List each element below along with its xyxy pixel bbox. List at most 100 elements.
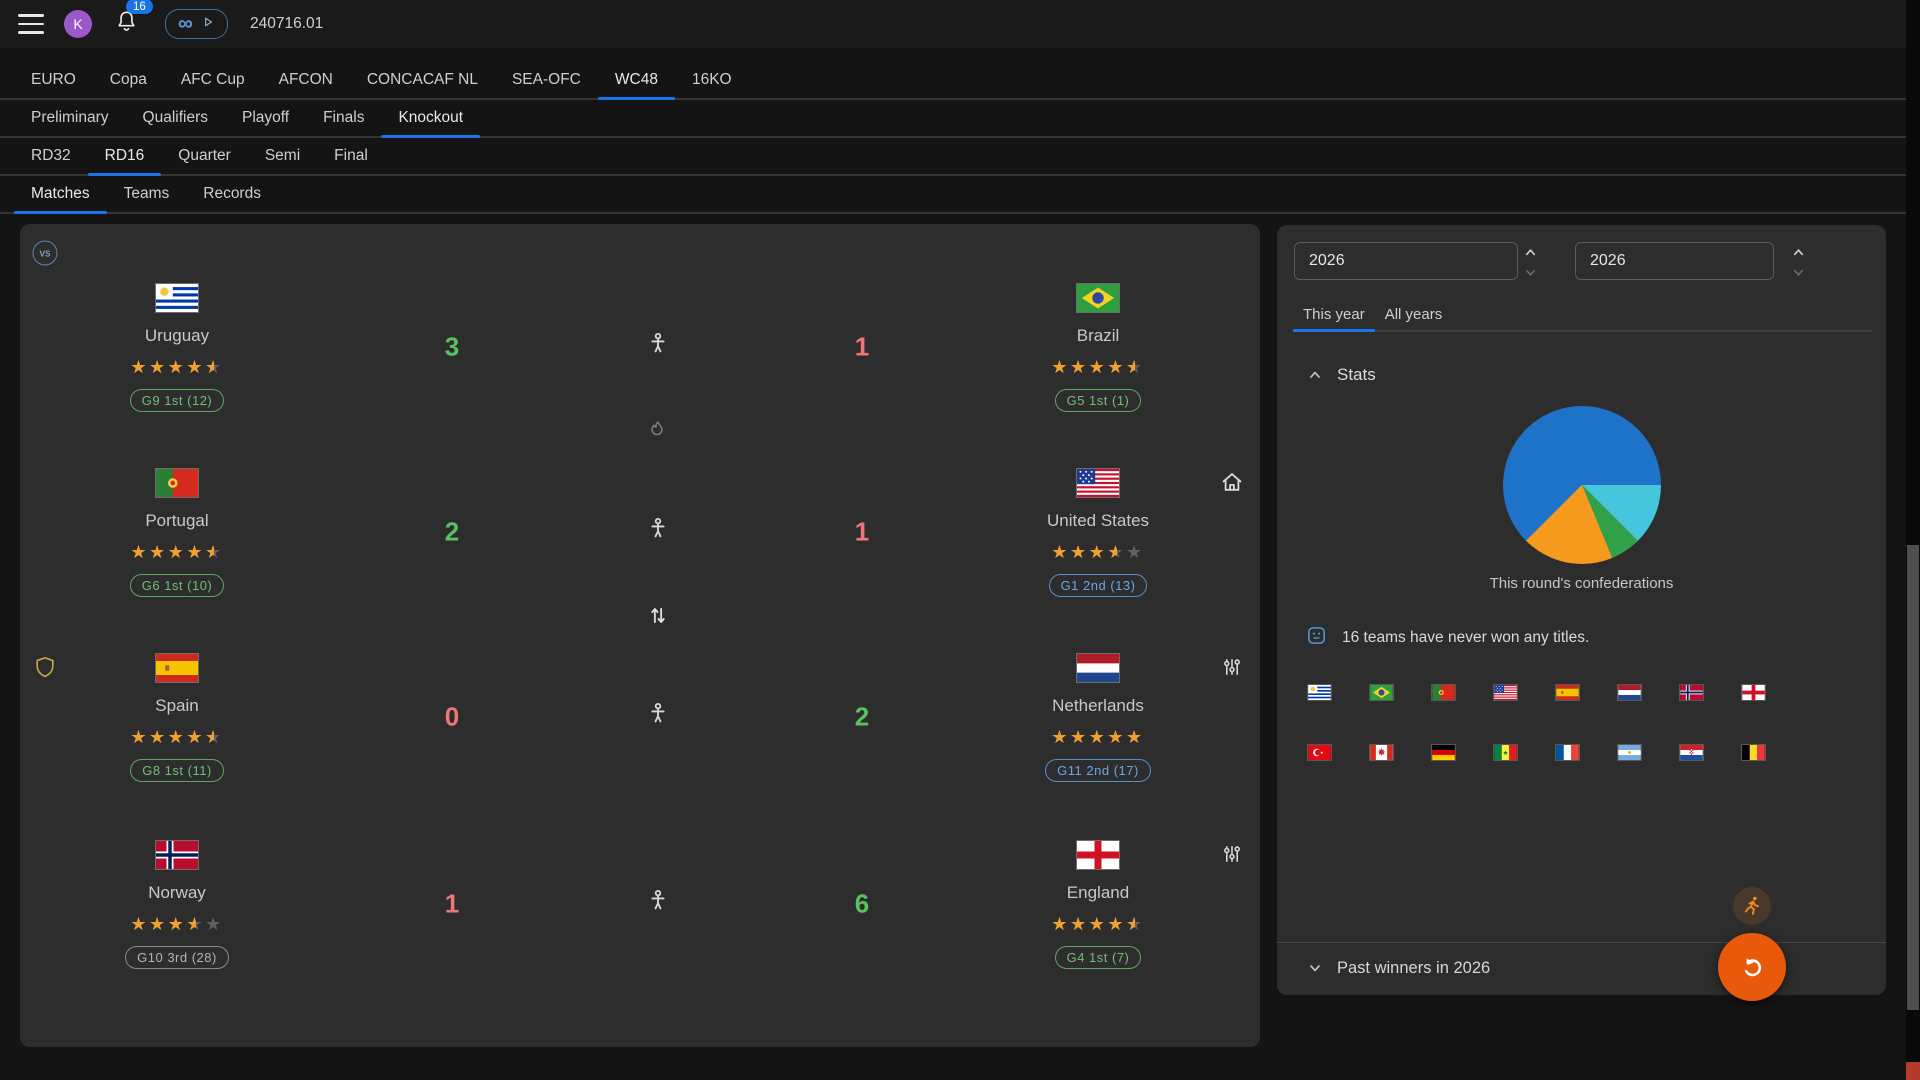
flag-icon-no[interactable] [1679, 684, 1704, 701]
tab-afcon[interactable]: AFCON [262, 62, 350, 98]
team-name: Portugal [145, 511, 208, 531]
flag-icon-us[interactable] [1493, 684, 1518, 701]
chevron-down-icon[interactable] [1791, 265, 1806, 285]
tab-knockout[interactable]: Knockout [381, 100, 480, 136]
chevron-up-icon[interactable] [1791, 245, 1806, 265]
star-rating: ★★★★★★★★★★ [130, 542, 223, 562]
flag-icon-hr[interactable] [1679, 744, 1704, 761]
team-netherlands[interactable]: Netherlands★★★★★★★★★★G11 2nd (17) [988, 653, 1208, 782]
year-from-input[interactable] [1294, 242, 1518, 280]
flag-icon-en[interactable] [1741, 684, 1766, 701]
session-label: 240716.01 [250, 15, 323, 33]
tab-qualifiers[interactable]: Qualifiers [126, 100, 225, 136]
team-united-states[interactable]: United States★★★★★★★★★★G1 2nd (13) [988, 468, 1208, 597]
group-badge: G10 3rd (28) [125, 946, 229, 969]
tab-afc-cup[interactable]: AFC Cup [164, 62, 262, 98]
tab-semi[interactable]: Semi [248, 138, 317, 174]
flag-icon-no [155, 840, 199, 870]
star-rating: ★★★★★★★★★★ [1051, 914, 1144, 934]
notifications-button[interactable]: 16 [114, 9, 139, 39]
flag-icon-nl[interactable] [1617, 684, 1642, 701]
flag-icon-sn[interactable] [1493, 744, 1518, 761]
match-row: Spain★★★★★★★★★★G8 1st (11)02Netherlands★… [20, 653, 1260, 825]
vs-icon: vs [33, 241, 58, 266]
rerun-fab[interactable] [1718, 933, 1786, 1001]
flag-icon-br[interactable] [1369, 684, 1394, 701]
home-score: 2 [445, 517, 459, 548]
stats-section-header[interactable]: Stats [1277, 360, 1376, 390]
stats-panel: This yearAll years Stats This round's co… [1277, 225, 1886, 995]
tab-euro[interactable]: EURO [14, 62, 93, 98]
team-name: Spain [155, 696, 198, 716]
tab-quarter[interactable]: Quarter [161, 138, 248, 174]
fire-icon[interactable] [646, 419, 670, 448]
runner-button[interactable] [1733, 887, 1771, 925]
tune-icon[interactable] [1220, 842, 1245, 872]
flag-icon-es[interactable] [1555, 684, 1580, 701]
team-name: Netherlands [1052, 696, 1144, 716]
chevron-up-icon[interactable] [1523, 245, 1538, 265]
tab-records[interactable]: Records [186, 176, 278, 212]
avatar[interactable]: K [64, 10, 92, 38]
team-name: Norway [148, 883, 206, 903]
person-icon [645, 702, 671, 733]
tab-16ko[interactable]: 16KO [675, 62, 749, 98]
year-to-input[interactable] [1575, 242, 1774, 280]
flag-icon-fr[interactable] [1555, 744, 1580, 761]
notification-badge: 16 [126, 0, 153, 14]
team-england[interactable]: England★★★★★★★★★★G4 1st (7) [988, 840, 1208, 969]
tab-preliminary[interactable]: Preliminary [14, 100, 126, 136]
team-spain[interactable]: Spain★★★★★★★★★★G8 1st (11) [67, 653, 287, 782]
tune-icon[interactable] [1220, 655, 1245, 685]
year-from-stepper[interactable] [1523, 242, 1538, 280]
away-score: 1 [855, 332, 869, 363]
simulation-control[interactable]: ∞ [165, 9, 228, 39]
tab-copa[interactable]: Copa [93, 62, 164, 98]
never-won-info: 16 teams have never won any titles. [1305, 625, 1589, 651]
tab-rd32[interactable]: RD32 [14, 138, 88, 174]
tab-playoff[interactable]: Playoff [225, 100, 306, 136]
home-venue-icon[interactable] [1219, 469, 1246, 501]
flag-icon-pt[interactable] [1431, 684, 1456, 701]
team-portugal[interactable]: Portugal ★★★★★★★★★★ G6 1st (10) [67, 468, 287, 597]
navigation: EUROCopaAFC CupAFCONCONCACAF NLSEA-OFCWC… [0, 48, 1920, 214]
swap-vertical-icon[interactable] [645, 602, 672, 634]
group-badge: G6 1st (10) [130, 574, 225, 597]
tab-all-years[interactable]: All years [1375, 298, 1453, 330]
scrollbar-thumb[interactable] [1907, 545, 1919, 1010]
year-to-stepper[interactable] [1791, 242, 1806, 280]
tab-this-year[interactable]: This year [1293, 298, 1375, 330]
menu-icon[interactable] [18, 14, 44, 34]
tab-wc48[interactable]: WC48 [598, 62, 675, 98]
play-icon [201, 15, 215, 34]
team-uruguay[interactable]: Uruguay★★★★★★★★★★G9 1st (12) [67, 283, 287, 412]
pie-caption: This round's confederations [1277, 575, 1886, 592]
tab-concacaf-nl[interactable]: CONCACAF NL [350, 62, 495, 98]
flag-icon-ca[interactable] [1369, 744, 1394, 761]
tab-sea-ofc[interactable]: SEA-OFC [495, 62, 598, 98]
tab-final[interactable]: Final [317, 138, 385, 174]
never-won-text: 16 teams have never won any titles. [1342, 629, 1589, 647]
home-score: 3 [445, 332, 459, 363]
past-winners-section-header[interactable]: Past winners in 2026 [1277, 943, 1886, 993]
team-norway[interactable]: Norway★★★★★★★★★★G10 3rd (28) [67, 840, 287, 969]
flag-icon-be[interactable] [1741, 744, 1766, 761]
tab-finals[interactable]: Finals [306, 100, 381, 136]
face-icon [1305, 624, 1328, 652]
flag-icon-uy[interactable] [1307, 684, 1332, 701]
flag-icon-tr[interactable] [1307, 744, 1332, 761]
match-row: Portugal★★★★★★★★★★G6 1st (10)21United St… [20, 468, 1260, 640]
tab-teams[interactable]: Teams [107, 176, 187, 212]
tab-rd16[interactable]: RD16 [88, 138, 162, 174]
scrollbar[interactable] [1906, 0, 1920, 1080]
past-winners-title: Past winners in 2026 [1337, 959, 1490, 978]
tab-matches[interactable]: Matches [14, 176, 107, 212]
chevron-down-icon[interactable] [1523, 265, 1538, 285]
flag-icon-ar[interactable] [1617, 744, 1642, 761]
group-badge: G1 2nd (13) [1049, 574, 1148, 597]
flag-icon-de[interactable] [1431, 744, 1456, 761]
collapse-icon [1307, 367, 1323, 383]
team-brazil[interactable]: Brazil★★★★★★★★★★G5 1st (1) [988, 283, 1208, 412]
match-row: Uruguay★★★★★★★★★★G9 1st (12) 3 1 Brazil★★★★… [20, 283, 1260, 455]
group-badge: G8 1st (11) [130, 759, 224, 782]
